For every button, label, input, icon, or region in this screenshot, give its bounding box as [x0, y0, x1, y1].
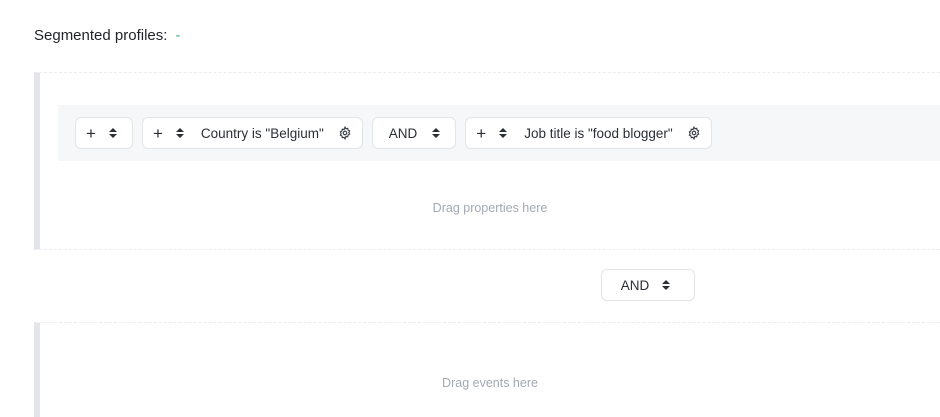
up-down-icon[interactable] [661, 280, 671, 290]
plus-icon[interactable]: + [153, 125, 163, 142]
events-drop-zone[interactable]: Drag events here [40, 376, 940, 390]
events-group: Drag events here [34, 322, 940, 417]
up-down-icon[interactable] [108, 128, 118, 138]
up-down-icon[interactable] [431, 128, 441, 138]
condition-pill-job-title[interactable]: + Job title is "food blogger" [465, 117, 712, 149]
plus-icon[interactable]: + [476, 125, 486, 142]
group-operator-label[interactable]: AND [621, 278, 650, 293]
operator-select[interactable]: AND [371, 117, 457, 149]
plus-icon[interactable]: + [86, 125, 96, 142]
condition-text[interactable]: Country is "Belgium" [201, 126, 324, 141]
properties-drop-zone[interactable]: Drag properties here [40, 201, 940, 215]
condition-pill-country[interactable]: + Country is "Belgium" [141, 117, 363, 149]
condition-text[interactable]: Job title is "food blogger" [524, 126, 672, 141]
root-rule-pill[interactable]: + [75, 117, 133, 149]
operator-label[interactable]: AND [389, 126, 418, 141]
group-operator-select[interactable]: AND [601, 269, 695, 301]
segmented-profiles-header: Segmented profiles: - [34, 27, 180, 44]
up-down-icon[interactable] [498, 128, 508, 138]
gear-icon[interactable] [338, 126, 352, 140]
properties-group: + + Country is "Belgium" AND + Job title… [34, 72, 940, 250]
up-down-icon[interactable] [175, 128, 185, 138]
section-title: Segmented profiles: [34, 27, 168, 44]
rule-row: + + Country is "Belgium" AND + Job title… [58, 105, 940, 161]
profile-count-value: - [175, 27, 181, 44]
gear-icon[interactable] [687, 126, 701, 140]
